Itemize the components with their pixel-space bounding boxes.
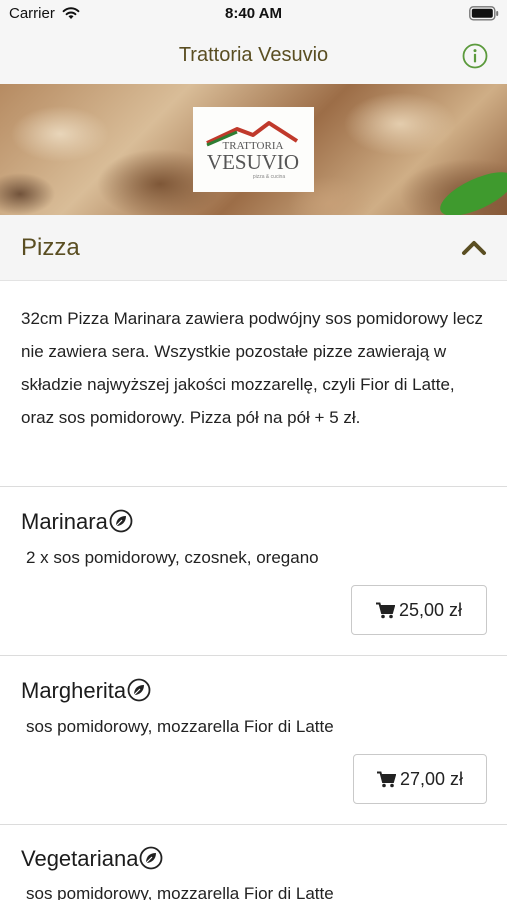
- menu-item-description: sos pomidorowy, mozzarella Fior di Latte: [26, 717, 334, 736]
- price-label: 25,00 zł: [398, 599, 463, 620]
- status-time: 8:40 AM: [225, 5, 282, 22]
- info-icon[interactable]: [462, 43, 488, 69]
- restaurant-logo: TRATTORIA VESUVIO pizza & cucina: [193, 107, 314, 192]
- menu-item-title: Vegetariana: [21, 846, 139, 871]
- battery-icon: [469, 6, 499, 21]
- logo-tagline: pizza & cucina: [253, 174, 285, 180]
- status-bar: Carrier 8:40 AM: [0, 0, 507, 28]
- section-description: 32cm Pizza Marinara zawiera podwójny sos…: [21, 309, 484, 427]
- menu-item-description: sos pomidorowy, mozzarella Fior di Latte: [26, 884, 334, 900]
- navigation-bar: Trattoria Vesuvio: [0, 28, 507, 84]
- menu-item-title: Margherita: [21, 678, 127, 703]
- menu-item-name: Marinara: [21, 509, 133, 535]
- section-header-pizza[interactable]: Pizza: [0, 215, 507, 281]
- logo-graphic: TRATTORIA VESUVIO pizza & cucina: [206, 121, 299, 180]
- cart-icon: [376, 771, 396, 787]
- divider: [0, 824, 507, 825]
- add-to-cart-button[interactable]: 25,00 zł: [351, 585, 487, 635]
- menu-item-name: Margherita: [21, 678, 151, 704]
- chevron-up-icon[interactable]: [461, 238, 487, 256]
- logo-line2: VESUVIO: [207, 150, 299, 174]
- leaf-icon: [140, 846, 163, 870]
- leaf-icon: [109, 509, 133, 533]
- menu-item-name: Vegetariana: [21, 846, 163, 872]
- basil-leaf: [434, 163, 507, 215]
- divider: [0, 655, 507, 656]
- price-label: 27,00 zł: [399, 768, 464, 789]
- menu-item-description: 2 x sos pomidorowy, czosnek, oregano: [26, 548, 319, 567]
- section-title: Pizza: [21, 234, 80, 261]
- menu-item-title: Marinara: [21, 509, 108, 534]
- divider: [0, 486, 507, 487]
- page-title: Trattoria Vesuvio: [178, 44, 329, 66]
- add-to-cart-button[interactable]: 27,00 zł: [353, 754, 487, 804]
- leaf-icon: [127, 678, 151, 702]
- cart-icon: [375, 602, 395, 618]
